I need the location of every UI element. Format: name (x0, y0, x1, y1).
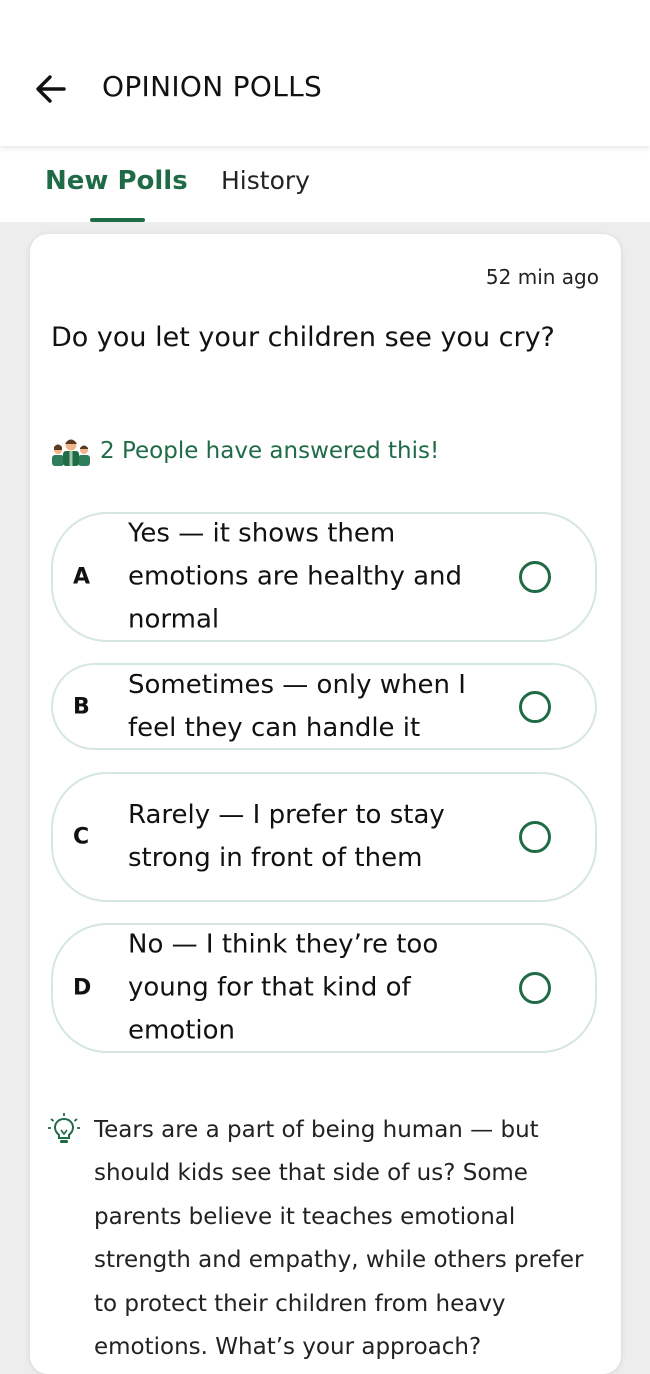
option-letter: A (73, 564, 91, 590)
option-text: Sometimes — only when I feel they can ha… (128, 669, 466, 743)
back-button[interactable] (30, 68, 72, 110)
page-title: OPINION POLLS (102, 70, 323, 103)
people-group-icon (52, 439, 90, 466)
tab-new-polls[interactable]: New Polls (45, 166, 188, 196)
option-text: Yes — it shows them emotions are healthy… (128, 518, 463, 635)
answered-count-text: 2 People have answered this! (100, 438, 440, 464)
tab-bar: New Polls History (0, 146, 650, 222)
poll-description: Tears are a part of being human — but sh… (48, 1109, 603, 1369)
radio-button[interactable] (519, 972, 551, 1004)
option-d[interactable]: D No — I think they’re too young for tha… (51, 923, 597, 1053)
radio-button[interactable] (519, 821, 551, 853)
arrow-left-icon (36, 75, 66, 103)
option-text: Rarely — I prefer to stay strong in fron… (128, 800, 445, 873)
radio-button[interactable] (519, 561, 551, 593)
option-text: No — I think they’re too young for that … (128, 929, 439, 1046)
poll-timestamp: 52 min ago (485, 265, 599, 289)
active-tab-indicator (90, 218, 145, 222)
option-letter: B (73, 694, 90, 719)
option-letter: D (73, 975, 92, 1001)
app-bar: OPINION POLLS (0, 0, 650, 146)
option-c[interactable]: C Rarely — I prefer to stay strong in fr… (51, 772, 597, 902)
option-b[interactable]: B Sometimes — only when I feel they can … (51, 663, 597, 750)
poll-description-text: Tears are a part of being human — but sh… (94, 1117, 584, 1361)
radio-button[interactable] (519, 690, 551, 723)
tab-history[interactable]: History (221, 166, 310, 195)
lightbulb-icon (48, 1113, 80, 1143)
answered-count-row: 2 People have answered this! (50, 434, 439, 468)
option-a[interactable]: A Yes — it shows them emotions are healt… (51, 512, 597, 642)
option-letter: C (73, 824, 90, 850)
poll-card: 52 min ago Do you let your children see … (30, 234, 621, 1374)
poll-question: Do you let your children see you cry? (51, 322, 555, 353)
